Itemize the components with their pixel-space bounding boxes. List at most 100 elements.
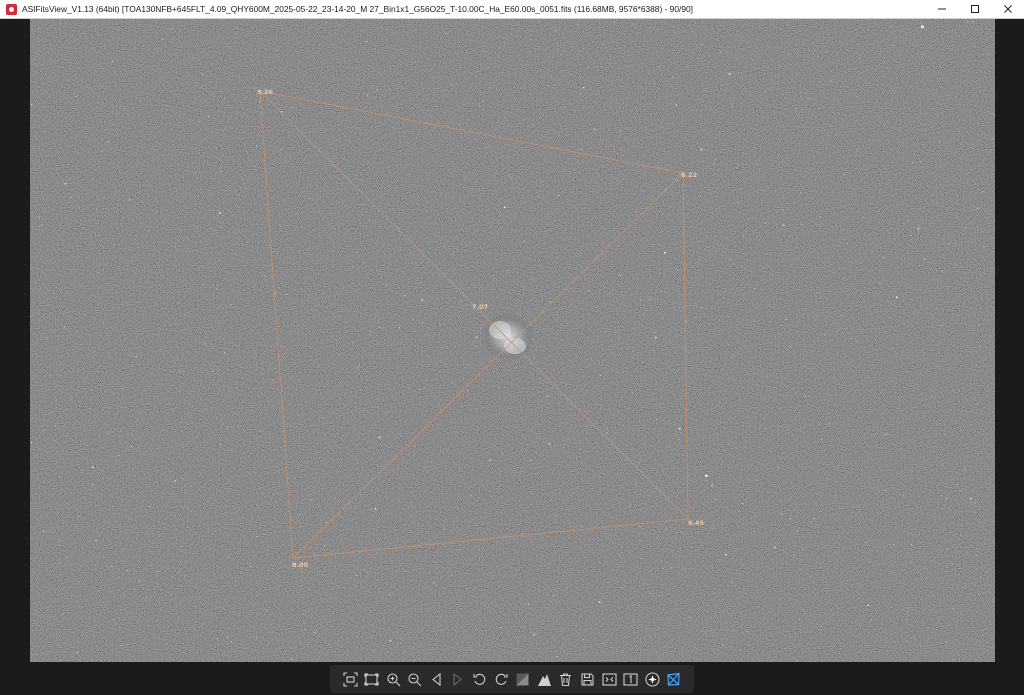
zoom-in-button[interactable]	[385, 671, 401, 687]
star	[782, 513, 784, 515]
star	[503, 206, 506, 209]
star	[905, 639, 907, 641]
fit-to-window-button[interactable]	[342, 671, 358, 687]
next-image-button[interactable]	[450, 671, 466, 687]
star	[973, 502, 975, 504]
histogram-button[interactable]	[536, 671, 552, 687]
one-to-one-button[interactable]	[623, 671, 639, 687]
star	[345, 646, 346, 648]
star	[158, 559, 160, 561]
close-button[interactable]	[991, 0, 1024, 19]
star	[466, 535, 468, 537]
star	[336, 500, 338, 502]
star	[644, 327, 647, 329]
star	[351, 550, 353, 552]
star	[179, 370, 181, 371]
star	[775, 633, 777, 635]
star	[541, 181, 543, 183]
star-detection-button[interactable]	[644, 671, 660, 687]
star	[452, 382, 453, 384]
star	[955, 347, 957, 349]
star	[722, 240, 724, 242]
star	[409, 387, 411, 389]
star	[70, 196, 72, 198]
star	[345, 322, 347, 324]
star	[931, 94, 933, 96]
star	[310, 610, 312, 612]
star	[426, 355, 428, 357]
star	[922, 181, 924, 182]
star	[693, 459, 695, 461]
star	[789, 346, 791, 348]
star	[329, 597, 331, 599]
star	[704, 29, 706, 31]
star	[993, 126, 995, 128]
previous-image-button[interactable]	[428, 671, 444, 687]
rotate-right-button[interactable]	[493, 671, 509, 687]
fits-image-viewer[interactable]: 9.26 6.22 7.07 6.45 8.00	[30, 19, 995, 662]
star	[97, 271, 99, 273]
stretch-toggle-icon	[516, 673, 529, 685]
star	[135, 97, 137, 99]
star	[982, 191, 984, 193]
star	[174, 480, 177, 482]
save-icon	[581, 672, 594, 686]
star	[137, 531, 139, 533]
tilt-analysis-button[interactable]	[666, 671, 682, 687]
image-canvas[interactable]: 9.26 6.22 7.07 6.45 8.00	[30, 19, 995, 662]
rotate-left-button[interactable]	[472, 671, 488, 687]
star	[685, 321, 687, 322]
star	[906, 619, 907, 621]
next-image-icon	[453, 672, 463, 686]
star	[923, 258, 926, 260]
star	[189, 273, 191, 275]
star	[117, 286, 119, 287]
star	[306, 466, 308, 468]
star	[764, 249, 765, 251]
star	[191, 658, 193, 660]
star	[100, 34, 101, 36]
star	[64, 487, 66, 489]
actual-size-button[interactable]	[364, 671, 380, 687]
star	[417, 161, 419, 163]
star	[535, 451, 537, 453]
star	[494, 275, 496, 277]
maximize-button[interactable]	[958, 0, 991, 19]
star	[813, 340, 815, 342]
star	[881, 23, 883, 25]
star	[820, 438, 822, 440]
zoom-out-button[interactable]	[407, 671, 423, 687]
star	[578, 643, 580, 645]
star	[973, 512, 975, 513]
star	[244, 365, 246, 367]
compare-button[interactable]	[601, 671, 617, 687]
star	[526, 660, 528, 662]
star	[264, 275, 266, 277]
star	[149, 505, 150, 507]
star	[806, 459, 807, 461]
delete-button[interactable]	[558, 671, 574, 687]
star	[228, 556, 230, 558]
star	[488, 87, 490, 89]
star	[640, 299, 642, 301]
fwhm-label-bottom-right: 6.45	[688, 519, 705, 527]
star	[613, 21, 615, 23]
star	[931, 575, 933, 577]
star	[75, 248, 77, 250]
minimize-button[interactable]	[925, 0, 958, 19]
star	[691, 51, 693, 53]
star	[175, 73, 177, 75]
star	[122, 387, 124, 389]
star	[922, 300, 923, 302]
star	[338, 461, 339, 463]
stretch-toggle-button[interactable]	[515, 671, 531, 687]
star	[796, 659, 797, 661]
star	[558, 601, 560, 603]
star	[547, 395, 549, 397]
star	[493, 555, 495, 557]
star	[569, 360, 571, 362]
star	[701, 307, 703, 309]
star	[896, 296, 898, 299]
save-button[interactable]	[580, 671, 596, 687]
star	[559, 267, 561, 269]
